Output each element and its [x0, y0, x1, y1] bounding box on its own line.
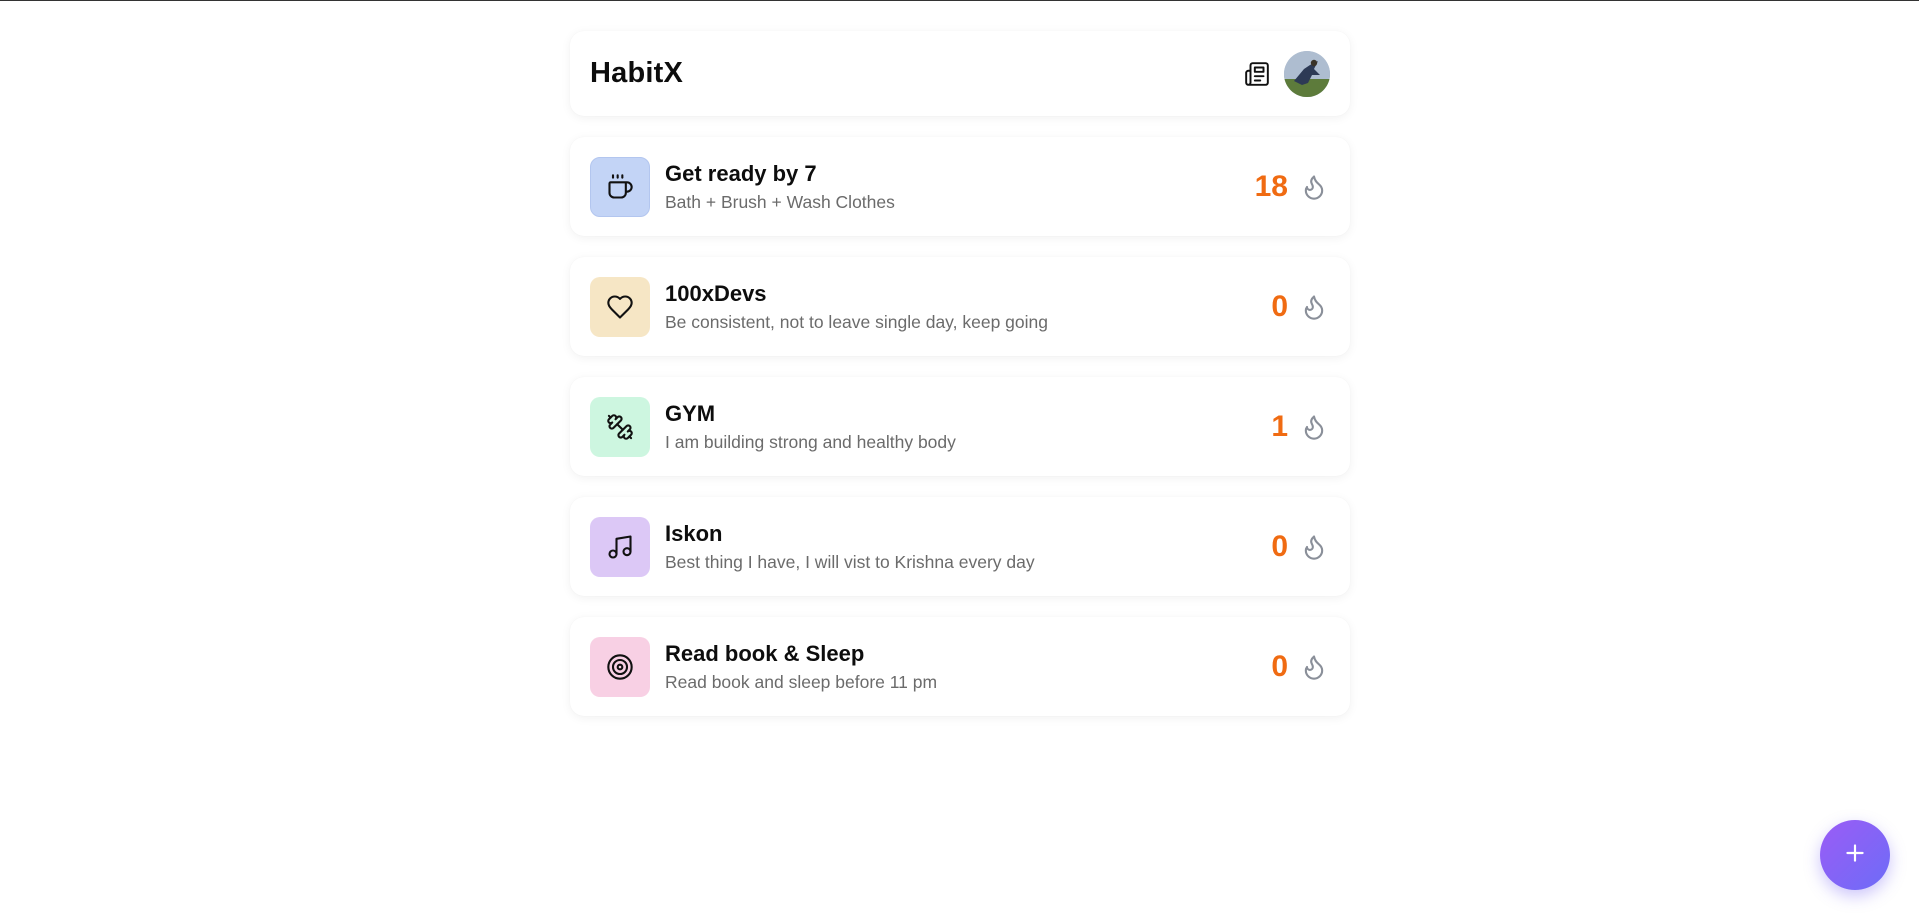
add-habit-button[interactable]	[1820, 820, 1890, 890]
flame-icon[interactable]	[1298, 409, 1330, 445]
streak-count: 0	[1271, 289, 1288, 323]
habit-card[interactable]: Read book & Sleep Read book and sleep be…	[570, 617, 1350, 716]
streak-count: 0	[1271, 649, 1288, 683]
top-border	[0, 0, 1919, 1]
streak: 0	[1271, 289, 1330, 325]
streak: 18	[1255, 169, 1330, 205]
habit-title: 100xDevs	[665, 280, 767, 306]
habit-text: Get ready by 7 Bath + Brush + Wash Cloth…	[665, 160, 1255, 214]
heart-icon	[590, 276, 650, 337]
habit-text: 100xDevs Be consistent, not to leave sin…	[665, 280, 1271, 334]
target-icon	[590, 636, 650, 697]
coffee-cup-icon	[590, 156, 650, 217]
user-avatar[interactable]	[1284, 50, 1330, 97]
habit-title: GYM	[665, 400, 716, 426]
streak-count: 1	[1271, 409, 1288, 443]
header-actions	[1242, 50, 1330, 97]
streak-count: 0	[1271, 529, 1288, 563]
habit-description: Bath + Brush + Wash Clothes	[665, 191, 895, 212]
flame-icon[interactable]	[1298, 169, 1330, 205]
habit-description: I am building strong and healthy body	[665, 431, 956, 452]
habit-card[interactable]: Iskon Best thing I have, I will vist to …	[570, 497, 1350, 596]
habit-title: Get ready by 7	[665, 160, 817, 186]
habit-card[interactable]: 100xDevs Be consistent, not to leave sin…	[570, 257, 1350, 356]
habit-card[interactable]: Get ready by 7 Bath + Brush + Wash Cloth…	[570, 137, 1350, 236]
habit-description: Best thing I have, I will vist to Krishn…	[665, 551, 1035, 572]
streak: 0	[1271, 529, 1330, 565]
main-container: HabitX Get ready by 7 Bath + Brush + Was…	[570, 31, 1350, 716]
habit-card[interactable]: GYM I am building strong and healthy bod…	[570, 377, 1350, 476]
habit-description: Read book and sleep before 11 pm	[665, 671, 938, 692]
streak: 1	[1271, 409, 1330, 445]
newspaper-icon[interactable]	[1242, 59, 1272, 89]
music-note-icon	[590, 516, 650, 577]
plus-icon	[1842, 840, 1868, 871]
habit-text: Iskon Best thing I have, I will vist to …	[665, 520, 1271, 574]
streak: 0	[1271, 649, 1330, 685]
dumbbell-icon	[590, 396, 650, 457]
flame-icon[interactable]	[1298, 649, 1330, 685]
habit-text: Read book & Sleep Read book and sleep be…	[665, 640, 1271, 694]
flame-icon[interactable]	[1298, 289, 1330, 325]
flame-icon[interactable]	[1298, 529, 1330, 565]
habit-text: GYM I am building strong and healthy bod…	[665, 400, 1271, 454]
app-title: HabitX	[590, 57, 684, 89]
habit-title: Read book & Sleep	[665, 640, 865, 666]
habit-description: Be consistent, not to leave single day, …	[665, 311, 1048, 332]
habit-title: Iskon	[665, 520, 723, 546]
app-header: HabitX	[570, 31, 1350, 116]
streak-count: 18	[1254, 169, 1288, 203]
